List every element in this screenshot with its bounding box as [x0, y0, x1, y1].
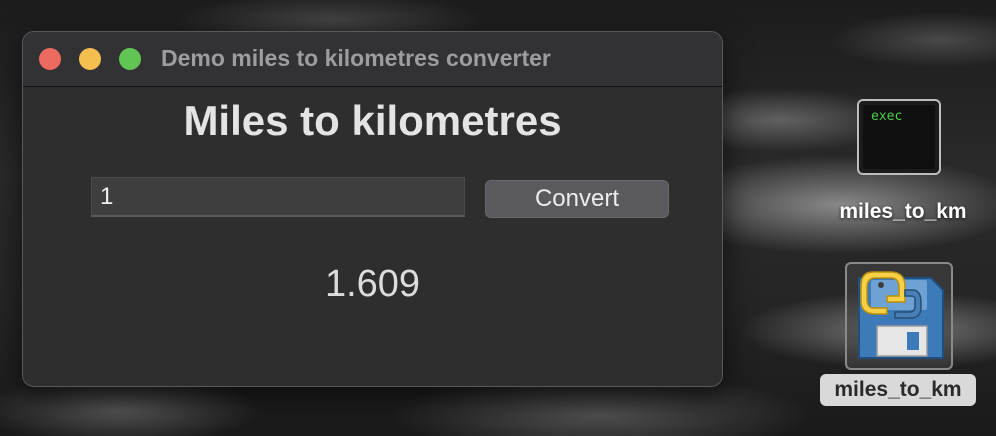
result-value: 1.609 — [324, 263, 421, 305]
exec-terminal-icon[interactable]: exec — [857, 99, 941, 175]
miles-input[interactable] — [91, 177, 465, 217]
python-floppy-icon — [858, 271, 944, 359]
window-content: Miles to kilometres Convert 1.609 — [23, 87, 722, 386]
python-script-icon[interactable] — [845, 262, 953, 370]
desktop-icon-label-python[interactable]: miles_to_km — [820, 374, 976, 406]
desktop: Demo miles to kilometres converter Miles… — [0, 0, 996, 436]
page-title: Miles to kilometres — [183, 97, 562, 144]
close-button[interactable] — [39, 48, 61, 70]
exec-badge-text: exec — [871, 109, 903, 124]
title-bar[interactable]: Demo miles to kilometres converter — [23, 32, 722, 87]
maximize-button[interactable] — [119, 48, 141, 70]
convert-button[interactable]: Convert — [485, 180, 669, 218]
window-title: Demo miles to kilometres converter — [161, 45, 551, 71]
desktop-icon-label-exec[interactable]: miles_to_km — [818, 200, 988, 224]
minimize-button[interactable] — [79, 48, 101, 70]
converter-window: Demo miles to kilometres converter Miles… — [22, 31, 723, 387]
terminal-screen: exec — [863, 105, 935, 169]
